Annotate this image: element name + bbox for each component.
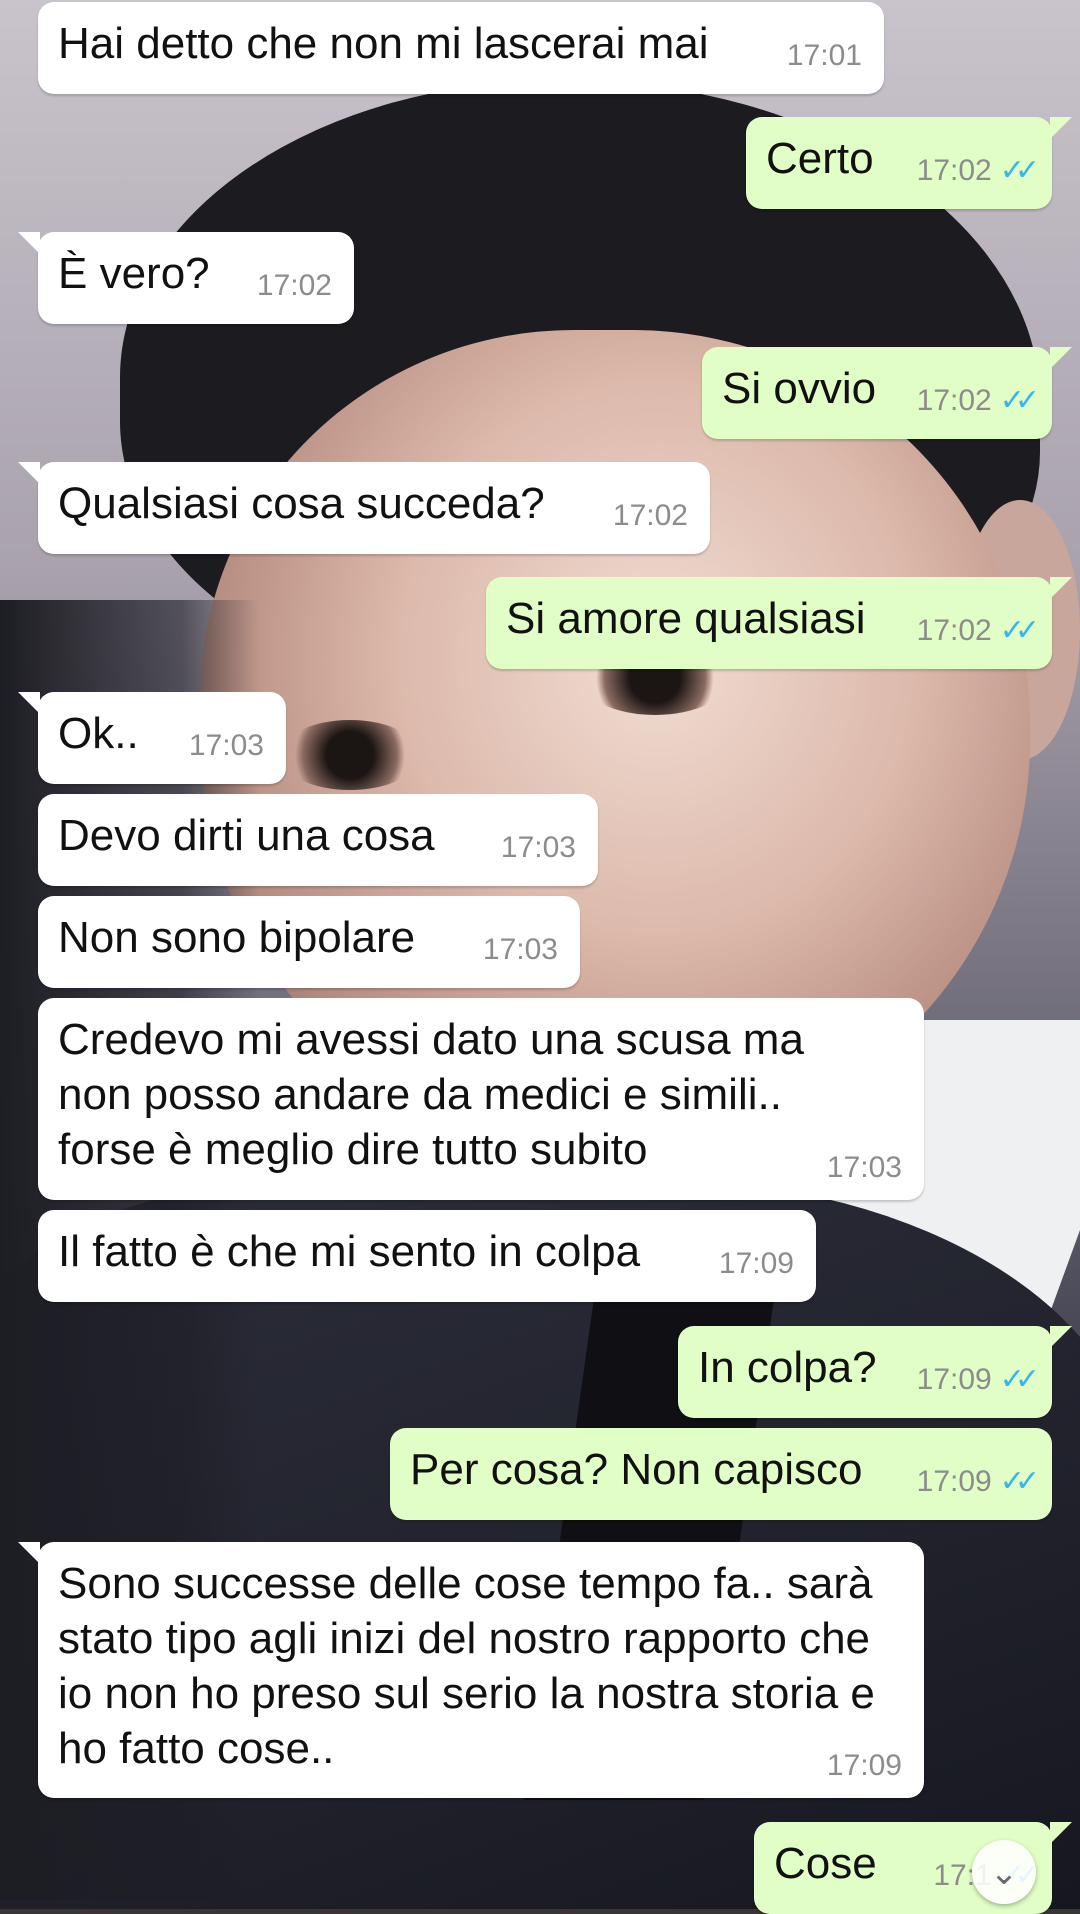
message-time: 17:02 — [916, 154, 992, 187]
message-bubble-outgoing[interactable]: 17:09 ✓✓ In colpa? — [678, 1326, 1072, 1418]
message-bubble-incoming[interactable]: 17:03 Non sono bipolare — [38, 896, 580, 988]
message-text: Sono successe delle cose tempo fa.. sarà… — [58, 1559, 888, 1773]
scroll-to-bottom-button[interactable]: ⌄ — [972, 1840, 1036, 1904]
message-time: 17:02 — [916, 384, 992, 417]
double-check-icon: ✓✓ — [999, 614, 1040, 647]
message-bubble-incoming[interactable]: 17:03 Devo dirti una cosa — [38, 794, 598, 886]
message-text: Qualsiasi cosa succeda? — [58, 479, 545, 528]
message-bubble-incoming[interactable]: 17:01 Hai detto che non mi lascerai mai — [38, 2, 884, 94]
message-time: 17:02 — [256, 269, 332, 302]
message-text: Per cosa? Non capisco — [410, 1445, 863, 1494]
message-bubble-incoming[interactable]: 17:03 Credevo mi avessi dato una scusa m… — [38, 998, 924, 1200]
message-time: 17:02 — [916, 614, 992, 647]
message-list[interactable]: 17:01 Hai detto che non mi lascerai mai … — [0, 0, 1080, 1914]
message-text: Si amore qualsiasi — [506, 594, 866, 643]
message-text: È vero? — [58, 249, 210, 298]
double-check-icon: ✓✓ — [999, 384, 1040, 417]
message-bubble-incoming[interactable]: 17:02 Qualsiasi cosa succeda? — [18, 462, 710, 554]
message-text: In colpa? — [698, 1343, 877, 1392]
message-time: 17:02 — [612, 499, 688, 532]
message-bubble-incoming[interactable]: 17:09 Il fatto è che mi sento in colpa — [38, 1210, 816, 1302]
double-check-icon: ✓✓ — [999, 154, 1040, 187]
message-text: Certo — [766, 134, 874, 183]
message-text: Hai detto che non mi lascerai mai — [58, 19, 709, 68]
message-time: 17:03 — [500, 831, 576, 864]
message-time: 17:09 — [916, 1465, 992, 1498]
message-bubble-incoming[interactable]: 17:09 Sono successe delle cose tempo fa.… — [18, 1542, 924, 1798]
message-time: 17:09 — [718, 1247, 794, 1280]
message-time: 17:09 — [826, 1749, 902, 1782]
message-text: Non sono bipolare — [58, 913, 416, 962]
message-text: Cose — [774, 1839, 877, 1888]
message-time: 17:09 — [916, 1363, 992, 1396]
message-bubble-outgoing[interactable]: 17:02 ✓✓ Si amore qualsiasi — [486, 577, 1072, 669]
message-time: 17:01 — [786, 39, 862, 72]
message-text: Devo dirti una cosa — [58, 811, 435, 860]
message-text: Ok.. — [58, 709, 139, 758]
message-bubble-incoming[interactable]: 17:03 Ok.. — [18, 692, 286, 784]
message-bubble-outgoing[interactable]: 17:02 ✓✓ Certo — [746, 117, 1072, 209]
message-text: Credevo mi avessi dato una scusa ma non … — [58, 1015, 817, 1174]
message-bubble-outgoing[interactable]: 17:09 ✓✓ Per cosa? Non capisco — [390, 1428, 1052, 1520]
double-check-icon: ✓✓ — [999, 1363, 1040, 1396]
message-text: Il fatto è che mi sento in colpa — [58, 1227, 641, 1276]
chevron-double-down-icon: ⌄ — [989, 1854, 1019, 1892]
double-check-icon: ✓✓ — [999, 1465, 1040, 1498]
message-text: Si ovvio — [722, 364, 877, 413]
message-bubble-outgoing[interactable]: 17:02 ✓✓ Si ovvio — [702, 347, 1072, 439]
message-time: 17:03 — [826, 1151, 902, 1184]
message-time: 17:03 — [188, 729, 264, 762]
message-bubble-incoming[interactable]: 17:02 È vero? — [18, 232, 354, 324]
message-time: 17:03 — [482, 933, 558, 966]
